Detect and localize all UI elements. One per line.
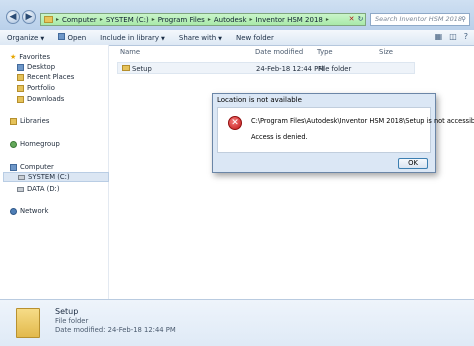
- breadcrumb-system-c[interactable]: SYSTEM (C:): [106, 16, 149, 24]
- include-in-library-button[interactable]: Include in library ▼: [93, 34, 172, 42]
- sidebar-item-network[interactable]: Network: [10, 206, 48, 216]
- recent-places-icon: [17, 73, 24, 81]
- details-pane: Setup File folder Date modified: 24-Feb-…: [0, 299, 474, 346]
- organize-button[interactable]: Organize ▼: [0, 34, 51, 42]
- search-placeholder: Search Inventor HSM 2018: [375, 15, 463, 23]
- open-button[interactable]: Open: [51, 33, 93, 42]
- sidebar-item-downloads[interactable]: Downloads: [17, 94, 64, 104]
- dialog-title: Location is not available: [217, 96, 302, 104]
- sidebar-item-favorites[interactable]: ★ Favorites: [10, 52, 50, 62]
- sidebar-item-libraries[interactable]: Libraries: [10, 116, 49, 126]
- dialog-detail: Access is denied.: [251, 133, 308, 141]
- column-header-size[interactable]: Size: [379, 48, 393, 56]
- share-with-button[interactable]: Share with ▼: [172, 34, 229, 42]
- folder-icon: [16, 308, 40, 338]
- error-icon: ✕: [228, 116, 242, 130]
- error-dialog: Location is not available ✕ C:\Program F…: [212, 93, 474, 173]
- computer-icon: [10, 163, 17, 171]
- file-type: File folder: [318, 65, 352, 73]
- column-header-name[interactable]: Name: [120, 48, 140, 56]
- list-item[interactable]: Setup 24-Feb-18 12:44 PM File folder: [117, 62, 415, 74]
- downloads-icon: [17, 95, 24, 103]
- command-bar: Organize ▼ Open Include in library ▼ Share…: [0, 30, 474, 46]
- stop-icon[interactable]: ✕: [347, 13, 356, 26]
- details-type: File folder: [55, 317, 89, 325]
- search-input[interactable]: Search Inventor HSM 2018 ⚲: [370, 13, 470, 26]
- dialog-message: C:\Program Files\Autodesk\Inventor HSM 2…: [251, 117, 474, 125]
- breadcrumb-computer[interactable]: Computer: [62, 16, 97, 24]
- address-bar-area: ◀ ▶ ▸ Computer ▸ SYSTEM (C:) ▸ Program F…: [0, 0, 474, 31]
- new-folder-button[interactable]: New folder: [229, 34, 281, 42]
- homegroup-icon: [10, 140, 17, 148]
- column-header-date-modified[interactable]: Date modified: [255, 48, 303, 56]
- folder-icon: [17, 84, 24, 92]
- forward-button[interactable]: ▶: [22, 10, 36, 24]
- star-icon: ★: [10, 52, 17, 61]
- sidebar-item-recent-places[interactable]: Recent Places: [17, 72, 74, 82]
- chevron-down-icon: ▼: [161, 35, 165, 42]
- view-options-icon[interactable]: ▦: [435, 32, 443, 41]
- sidebar-item-portfolio[interactable]: Portfolio: [17, 83, 55, 93]
- address-bar[interactable]: ▸ Computer ▸ SYSTEM (C:) ▸ Program Files…: [40, 13, 366, 26]
- folder-icon: [122, 65, 130, 71]
- breadcrumb-autodesk[interactable]: Autodesk: [214, 16, 247, 24]
- dialog-body: ✕ C:\Program Files\Autodesk\Inventor HSM…: [217, 107, 474, 153]
- navigation-pane: ★ Favorites Desktop Recent Places Portfo…: [0, 45, 109, 299]
- breadcrumb-program-files[interactable]: Program Files: [158, 16, 205, 24]
- file-name: Setup: [132, 65, 152, 73]
- column-header-type[interactable]: Type: [317, 48, 333, 56]
- drive-icon: [18, 174, 25, 180]
- details-name: Setup: [55, 307, 79, 316]
- help-icon[interactable]: ?: [464, 32, 468, 41]
- file-date-modified: 24-Feb-18 12:44 PM: [256, 65, 325, 73]
- chevron-down-icon: ▼: [218, 35, 223, 42]
- sidebar-item-desktop[interactable]: Desktop: [17, 62, 55, 72]
- sidebar-item-computer[interactable]: Computer: [10, 162, 54, 172]
- search-icon: ⚲: [461, 15, 466, 23]
- column-header-row: Name Date modified Type Size: [108, 45, 474, 59]
- folder-icon: [44, 16, 53, 23]
- preview-pane-icon[interactable]: ◫: [449, 32, 457, 41]
- refresh-icon[interactable]: ↻: [356, 13, 365, 26]
- sidebar-item-system-c[interactable]: SYSTEM (C:): [3, 172, 109, 182]
- back-button[interactable]: ◀: [6, 10, 20, 24]
- ok-button[interactable]: OK: [398, 158, 428, 169]
- open-icon: [58, 33, 66, 40]
- chevron-down-icon: ▼: [40, 35, 45, 42]
- sidebar-item-data-d[interactable]: DATA (D:): [17, 184, 60, 194]
- libraries-icon: [10, 117, 17, 125]
- drive-icon: [17, 186, 24, 192]
- network-icon: [10, 207, 17, 215]
- details-date-modified: Date modified: 24-Feb-18 12:44 PM: [55, 326, 176, 334]
- breadcrumb-inventor-hsm-2018[interactable]: Inventor HSM 2018: [256, 16, 323, 24]
- desktop-icon: [17, 63, 24, 71]
- sidebar-item-homegroup[interactable]: Homegroup: [10, 139, 60, 149]
